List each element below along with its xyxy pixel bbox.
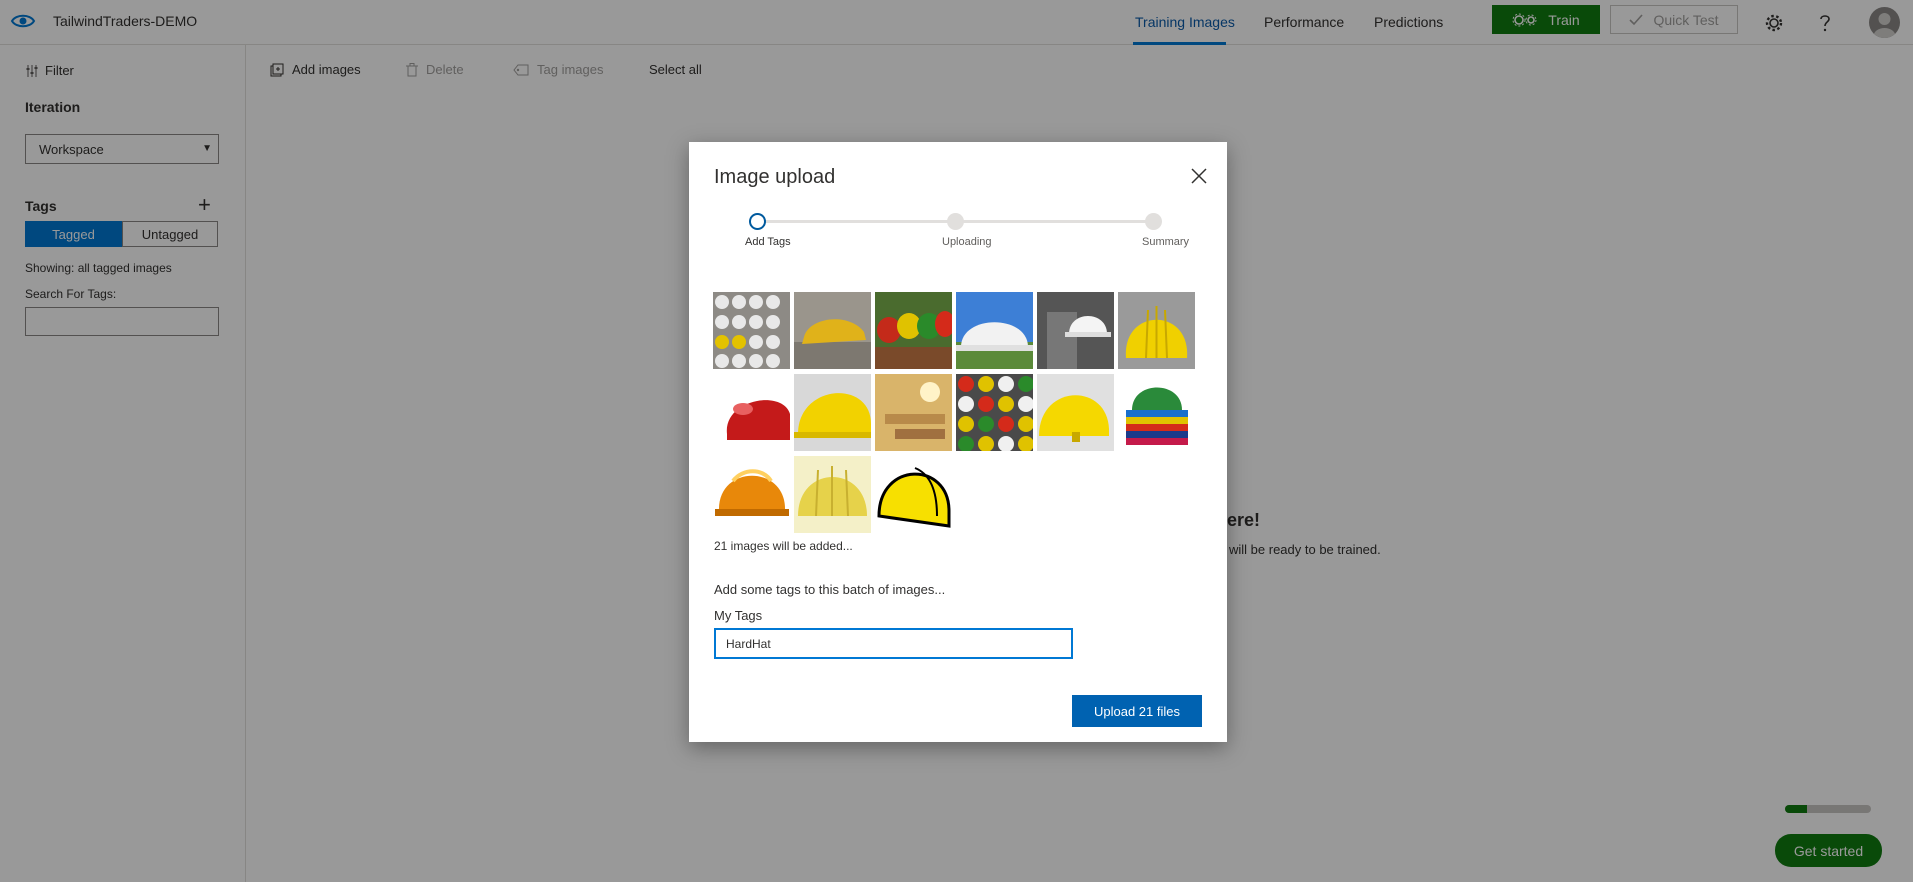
step-add-tags-label: Add Tags (745, 236, 791, 248)
thumbnail[interactable] (875, 374, 952, 451)
thumbnail[interactable] (794, 456, 871, 533)
thumbnail[interactable] (713, 292, 790, 369)
thumbnail[interactable] (875, 292, 952, 369)
tags-input[interactable] (714, 628, 1073, 659)
batch-tags-instruction: Add some tags to this batch of images... (714, 582, 946, 597)
step-summary-label: Summary (1142, 236, 1190, 248)
step-add-tags-dot (749, 213, 766, 230)
thumbnail[interactable] (956, 292, 1033, 369)
dialog-title: Image upload (714, 166, 836, 188)
image-upload-dialog: Image upload Add Tags Uploading Summary (689, 142, 1227, 742)
thumbnail[interactable] (794, 374, 871, 451)
thumbnail[interactable] (875, 456, 952, 533)
upload-files-button[interactable]: Upload 21 files (1072, 695, 1202, 727)
image-count-text: 21 images will be added... (714, 539, 853, 553)
step-uploading-dot (947, 213, 964, 230)
thumbnail[interactable] (713, 456, 790, 533)
thumbnail[interactable] (956, 374, 1033, 451)
thumbnail[interactable] (713, 374, 790, 451)
close-icon[interactable] (1188, 165, 1210, 187)
thumbnail[interactable] (1118, 292, 1195, 369)
thumbnail[interactable] (1118, 374, 1195, 451)
thumbnail[interactable] (1037, 292, 1114, 369)
step-uploading-label: Uploading (942, 236, 992, 248)
thumbnail[interactable] (794, 292, 871, 369)
step-summary-dot (1145, 213, 1162, 230)
my-tags-label: My Tags (714, 608, 763, 623)
thumbnail[interactable] (1037, 374, 1114, 451)
